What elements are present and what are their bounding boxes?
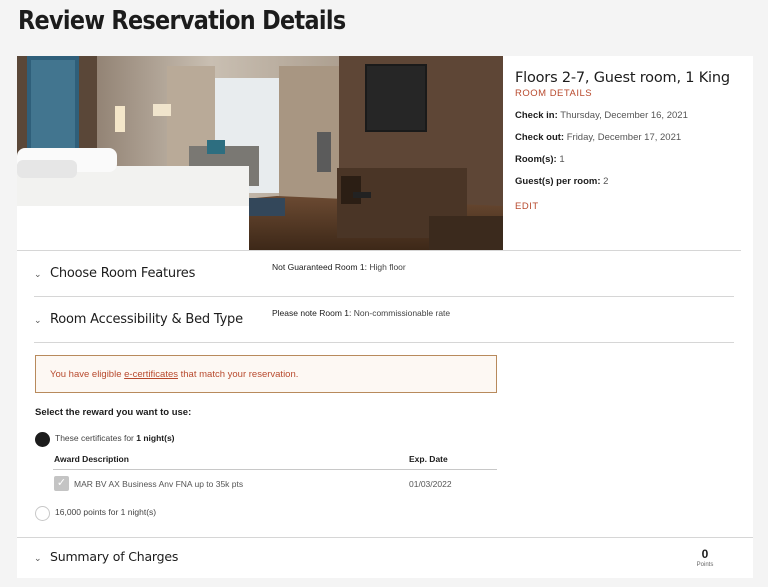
chevron-down-icon: ⌄: [34, 270, 42, 280]
room-features-accordion[interactable]: ⌄ Choose Room Features: [34, 266, 294, 281]
alert-prefix: You have eligible: [50, 369, 125, 380]
certificates-radio[interactable]: [35, 432, 50, 447]
divider: [17, 250, 741, 251]
accessibility-accordion[interactable]: ⌄ Room Accessibility & Bed Type: [34, 312, 294, 327]
alert-suffix: that match your reservation.: [178, 369, 299, 380]
points-option-label: 16,000 points for 1 night(s): [55, 507, 157, 517]
room-features-note: Not Guaranteed Room 1: High floor: [272, 262, 406, 272]
table-divider: [53, 469, 497, 470]
award-description-header: Award Description: [54, 454, 129, 464]
divider: [34, 342, 734, 343]
chevron-down-icon: ⌄: [34, 316, 42, 326]
chevron-down-icon: ⌄: [34, 554, 42, 564]
reward-heading: Select the reward you want to use:: [35, 407, 192, 418]
summary-label: Summary of Charges: [50, 549, 179, 564]
check-out-value: Friday, December 17, 2021: [566, 132, 682, 143]
divider: [34, 296, 734, 297]
guests-count: Guest(s) per room: 2: [515, 176, 747, 187]
accessibility-note: Please note Room 1: Non-commissionable r…: [272, 308, 450, 318]
rooms-count: Room(s): 1: [515, 154, 747, 165]
certificate-exp-date: 01/03/2022: [409, 479, 452, 489]
check-in-label: Check in:: [515, 110, 558, 121]
points-radio[interactable]: [35, 506, 50, 521]
accessibility-note-label: Please note Room 1:: [272, 308, 352, 318]
page-title: Review Reservation Details: [18, 6, 346, 36]
edit-link[interactable]: EDIT: [515, 201, 747, 212]
room-title: Floors 2-7, Guest room, 1 King: [515, 70, 730, 86]
exp-date-header: Exp. Date: [409, 454, 448, 464]
room-photo: [17, 56, 503, 250]
divider: [17, 537, 753, 538]
guests-label: Guest(s) per room:: [515, 176, 601, 187]
room-features-note-value: High floor: [369, 262, 406, 272]
ecertificate-alert: You have eligible e-certificates that ma…: [35, 355, 497, 393]
rooms-label: Room(s):: [515, 154, 557, 165]
check-in-value: Thursday, December 16, 2021: [560, 110, 688, 121]
certificate-description: MAR BV AX Business Anv FNA up to 35k pts: [74, 479, 244, 489]
points-total: 0: [701, 547, 709, 561]
certificates-option-prefix: These certificates for: [55, 433, 137, 443]
room-details-link[interactable]: ROOM DETAILS: [515, 88, 747, 99]
certificates-option-nights: 1 night(s): [136, 433, 175, 443]
room-features-note-label: Not Guaranteed Room 1:: [272, 262, 367, 272]
check-out-label: Check out:: [515, 132, 565, 143]
ecertificates-link[interactable]: e-certificates: [124, 369, 178, 380]
summary-of-charges-accordion[interactable]: ⌄ Summary of Charges: [34, 549, 178, 564]
points-label: Points: [696, 562, 714, 568]
check-in: Check in: Thursday, December 16, 2021: [515, 110, 747, 121]
rooms-value: 1: [559, 154, 565, 165]
accessibility-label: Room Accessibility & Bed Type: [50, 312, 243, 327]
room-features-label: Choose Room Features: [50, 266, 196, 281]
check-icon: ✓: [56, 477, 67, 489]
check-out: Check out: Friday, December 17, 2021: [515, 132, 747, 143]
certificates-option-label: These certificates for 1 night(s): [55, 433, 175, 443]
guests-value: 2: [603, 176, 609, 187]
reservation-card: Floors 2-7, Guest room, 1 King ROOM DETA…: [17, 56, 753, 578]
accessibility-note-value: Non-commissionable rate: [353, 308, 451, 318]
certificate-checkbox[interactable]: ✓: [54, 476, 69, 491]
room-info: Floors 2-7, Guest room, 1 King ROOM DETA…: [515, 70, 747, 212]
